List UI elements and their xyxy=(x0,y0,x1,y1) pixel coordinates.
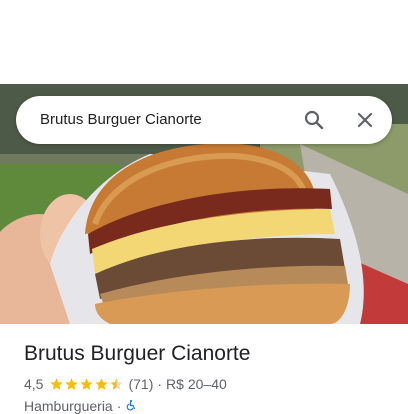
star-icon xyxy=(80,378,94,390)
separator: · xyxy=(116,398,122,414)
star-icon xyxy=(65,378,79,390)
price-range: R$ 20–40 xyxy=(166,376,227,392)
top-blank-area xyxy=(0,0,408,84)
rating-value: 4,5 xyxy=(24,376,44,392)
rating-stars xyxy=(49,377,124,391)
category-row: Hamburgueria · xyxy=(24,398,137,414)
star-icon xyxy=(50,378,64,390)
star-icon xyxy=(95,378,109,390)
rating-row[interactable]: 4,5 (71) · R$ 20–40 xyxy=(24,376,227,392)
review-count[interactable]: (71) xyxy=(128,376,153,392)
close-icon[interactable] xyxy=(353,108,377,132)
separator: · xyxy=(157,376,163,392)
place-title: Brutus Burguer Cianorte xyxy=(24,342,251,365)
search-bar[interactable]: Brutus Burguer Cianorte xyxy=(16,96,392,144)
half-star-icon xyxy=(110,378,124,390)
place-info-panel: Brutus Burguer Cianorte 4,5 (71) · R$ 20… xyxy=(0,324,408,414)
search-icon[interactable] xyxy=(302,108,326,132)
search-query[interactable]: Brutus Burguer Cianorte xyxy=(40,96,202,144)
wheelchair-icon xyxy=(125,398,137,414)
category: Hamburgueria xyxy=(24,398,113,414)
